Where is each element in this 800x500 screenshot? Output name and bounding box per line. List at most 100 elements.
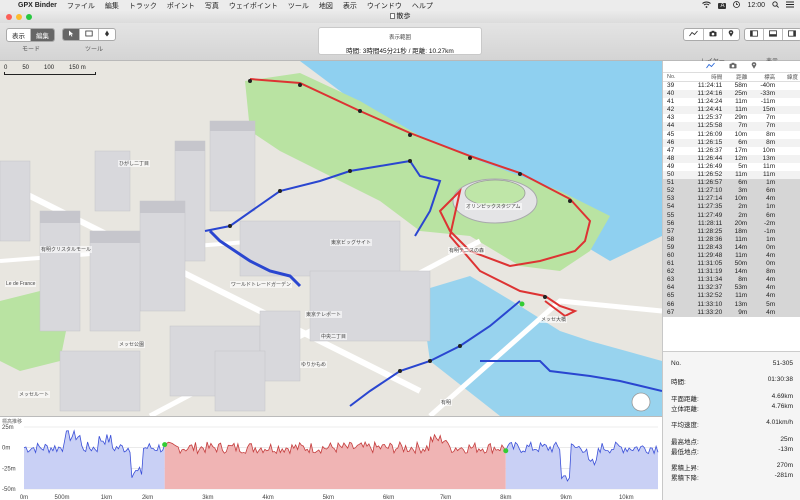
col-distance[interactable]: 距離 — [725, 73, 751, 82]
clock-time[interactable]: 12:00 — [747, 2, 765, 9]
table-row[interactable]: 67 11:33:20 9m 4m — [663, 308, 800, 317]
cell-time: 11:32:52 — [683, 292, 726, 301]
table-row[interactable]: 40 11:24:16 25m -33m — [663, 90, 800, 99]
map-view[interactable]: 0 50 100 150 m ひがし二丁目 有明クリスタルモール 東京ビッグサイ… — [0, 61, 662, 416]
table-row[interactable]: 39 11:24:11 58m -40m — [663, 82, 800, 91]
stat-label: No. — [671, 360, 682, 367]
layer-track-button[interactable] — [684, 29, 704, 40]
camera-tab-icon[interactable] — [729, 62, 737, 71]
menu-window[interactable]: ウインドウ — [367, 1, 402, 11]
map-pin-icon — [728, 30, 734, 37]
document-icon — [389, 13, 395, 19]
trackpoint-table[interactable]: No. 時間 距離 標高 緯度 39 11:24:11 58m -40m 40 11:24… — [663, 73, 800, 317]
menu-list-icon[interactable] — [786, 1, 794, 10]
menu-file[interactable]: ファイル — [67, 1, 95, 11]
menu-waypoint[interactable]: ウェイポイント — [229, 1, 278, 11]
pin-tab-icon[interactable] — [751, 62, 757, 71]
menu-track[interactable]: トラック — [129, 1, 157, 11]
wifi-icon[interactable] — [702, 1, 712, 10]
table-row[interactable]: 53 11:27:14 10m 4m — [663, 195, 800, 204]
elevation-chart[interactable]: 25m 0m -25m -50m 0m 500m 1km 2km 3km 4km 5km 6km 7km… — [0, 417, 662, 500]
col-time[interactable]: 時間 — [683, 73, 726, 82]
tool-segmented-control[interactable] — [62, 28, 116, 41]
cell-time: 11:31:05 — [683, 260, 726, 269]
menu-app-name[interactable]: GPX Binder — [18, 2, 57, 9]
view-inspector-button[interactable] — [783, 29, 800, 40]
layer-waypoint-button[interactable] — [723, 29, 739, 40]
select-tool-button[interactable] — [63, 29, 80, 40]
table-row[interactable]: 58 11:28:36 11m 1m — [663, 235, 800, 244]
cell-time: 11:33:20 — [683, 308, 726, 317]
mode-view-button[interactable]: 表示 — [7, 29, 31, 41]
selection-handle[interactable] — [162, 442, 168, 448]
cell-dist: 8m — [725, 276, 751, 285]
menu-tools[interactable]: ツール — [288, 1, 309, 11]
col-no[interactable]: No. — [663, 73, 684, 82]
y-tick-label: 25m — [2, 425, 14, 431]
map-label: 東京テレポート — [305, 311, 343, 318]
table-row[interactable]: 57 11:28:25 18m -1m — [663, 227, 800, 236]
search-icon[interactable] — [772, 1, 779, 10]
rect-select-tool-button[interactable] — [80, 29, 99, 40]
pen-tool-button[interactable] — [99, 29, 115, 40]
menu-view[interactable]: 表示 — [343, 1, 357, 11]
col-elevation[interactable]: 標高 — [750, 73, 779, 82]
menu-help[interactable]: ヘルプ — [412, 1, 433, 11]
selection-handle[interactable] — [503, 448, 509, 454]
table-row[interactable]: 62 11:31:19 14m 8m — [663, 268, 800, 277]
table-row[interactable]: 55 11:27:49 2m 6m — [663, 211, 800, 220]
mode-segmented-control[interactable]: 表示 編集 — [6, 28, 55, 42]
table-row[interactable]: 66 11:33:10 13m 5m — [663, 300, 800, 309]
close-window-button[interactable] — [6, 14, 12, 20]
table-row[interactable]: 47 11:26:37 17m 10m — [663, 147, 800, 155]
table-row[interactable]: 60 11:29:48 11m 4m — [663, 251, 800, 261]
clock-icon[interactable] — [733, 1, 741, 10]
track-tab-icon[interactable] — [706, 62, 715, 71]
map-label: メッセ公園 — [118, 341, 146, 348]
cell-no: 60 — [663, 251, 684, 261]
menu-edit[interactable]: 編集 — [105, 1, 119, 11]
table-row[interactable]: 56 11:28:11 20m -2m — [663, 219, 800, 228]
table-row[interactable]: 43 11:25:37 29m 7m — [663, 114, 800, 122]
table-row[interactable]: 52 11:27:10 3m 6m — [663, 187, 800, 196]
zoom-window-button[interactable] — [26, 14, 32, 20]
y-tick-label: -50m — [2, 487, 16, 493]
menu-point[interactable]: ポイント — [167, 1, 195, 11]
cell-no: 51 — [663, 179, 684, 188]
view-sidebar-button[interactable] — [745, 29, 764, 40]
minimize-window-button[interactable] — [16, 14, 22, 20]
table-row[interactable]: 49 11:26:49 5m 11m — [663, 163, 800, 171]
col-latitude[interactable]: 緯度 — [778, 73, 800, 82]
mode-edit-button[interactable]: 編集 — [31, 29, 54, 41]
table-row[interactable]: 54 11:27:35 2m 1m — [663, 203, 800, 212]
table-row[interactable]: 51 11:26:57 6m 1m — [663, 179, 800, 188]
table-row[interactable]: 64 11:32:37 53m 4m — [663, 284, 800, 293]
stat-label: 最低地点: — [671, 449, 699, 456]
table-row[interactable]: 48 11:26:44 12m 13m — [663, 154, 800, 163]
cell-no: 56 — [663, 219, 684, 228]
elevation-profile[interactable]: 標高推移 25m 0m -25m -50m 0m 500m 1km 2km 3km 4km 5km 6… — [0, 416, 662, 500]
table-row[interactable]: 50 11:26:52 11m 11m — [663, 171, 800, 180]
table-row[interactable]: 44 11:25:58 7m 7m — [663, 122, 800, 131]
cell-no: 57 — [663, 227, 684, 236]
table-row[interactable]: 65 11:32:52 11m 4m — [663, 292, 800, 301]
table-row[interactable]: 45 11:26:09 10m 8m — [663, 131, 800, 139]
menu-photo[interactable]: 写真 — [205, 1, 219, 11]
view-segmented-control[interactable] — [744, 28, 800, 41]
table-row[interactable]: 61 11:31:05 50m 0m — [663, 260, 800, 269]
layer-segmented-control[interactable] — [683, 28, 740, 41]
table-row[interactable]: 63 11:31:34 8m 4m — [663, 276, 800, 285]
title-bar: 散歩 — [0, 11, 800, 23]
menu-map[interactable]: 地図 — [319, 1, 333, 11]
layer-photo-button[interactable] — [704, 29, 723, 40]
view-panel-button[interactable] — [764, 29, 783, 40]
map-label: ひがし二丁目 — [118, 160, 151, 167]
cell-dist: 53m — [725, 284, 751, 293]
table-row[interactable]: 46 11:26:15 6m 8m — [663, 138, 800, 147]
table-row[interactable]: 41 11:24:24 11m -11m — [663, 98, 800, 106]
map-label: 中央二丁目 — [320, 333, 348, 340]
input-source-badge[interactable]: A — [718, 2, 727, 9]
cell-elev: 7m — [750, 122, 779, 131]
table-row[interactable]: 42 11:24:41 11m 15m — [663, 106, 800, 115]
table-row[interactable]: 59 11:28:43 14m 0m — [663, 243, 800, 252]
